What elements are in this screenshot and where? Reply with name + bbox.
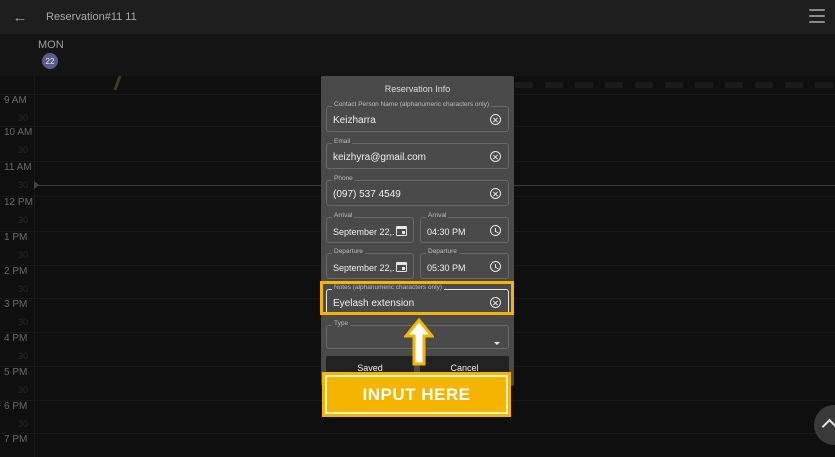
day-number-badge[interactable]: 22	[42, 53, 58, 69]
arrow-up-icon	[404, 318, 434, 366]
departure-time-label: Departure	[426, 248, 459, 255]
page-title: Reservation#11 11	[46, 11, 137, 23]
phone-label: Phone	[332, 175, 355, 182]
departure-time-value: 05:30 PM	[427, 263, 466, 273]
phone-field[interactable]: Phone (097) 537 4549	[326, 175, 509, 206]
departure-date-label: Departure	[332, 248, 365, 255]
callout-text: INPUT HERE	[325, 375, 508, 414]
notes-highlight-box	[320, 281, 514, 315]
arrival-date-field[interactable]: Arrival September 22,...	[326, 212, 414, 243]
app-root: ← Reservation#11 11 MON 22 9 AM 30 10 AM…	[0, 0, 835, 457]
arrival-time-value: 04:30 PM	[427, 227, 466, 237]
arrival-date-label: Arrival	[332, 212, 355, 219]
contact-name-label: Contact Person Name (alphanumeric charac…	[332, 101, 491, 108]
calendar-icon[interactable]	[396, 226, 407, 236]
day-name: MON	[38, 39, 64, 51]
back-button[interactable]: ←	[0, 0, 40, 34]
input-here-callout: INPUT HERE	[322, 372, 511, 417]
arrow-left-icon: ←	[12, 8, 28, 26]
email-field[interactable]: Email keizhyra@gmail.com	[326, 138, 509, 169]
departure-date-field[interactable]: Departure September 22,...	[326, 248, 414, 279]
dialog-title: Reservation Info	[384, 84, 451, 94]
hamburger-menu-icon[interactable]	[809, 9, 825, 23]
departure-time-field[interactable]: Departure 05:30 PM	[420, 248, 509, 279]
type-label: Type	[332, 320, 351, 327]
arrival-time-field[interactable]: Arrival 04:30 PM	[420, 212, 509, 243]
dropdown-arrow-icon[interactable]	[494, 342, 500, 345]
calendar-icon[interactable]	[396, 262, 407, 272]
arrival-time-label: Arrival	[426, 212, 449, 219]
contact-name-value: Keizharra	[333, 115, 376, 126]
email-label: Email	[332, 138, 353, 145]
clear-circle-icon[interactable]	[490, 188, 501, 199]
day-header: MON 22	[0, 34, 835, 76]
clock-icon[interactable]	[490, 261, 501, 272]
clear-circle-icon[interactable]	[490, 151, 501, 162]
email-value: keizhyra@gmail.com	[333, 152, 426, 163]
departure-date-value: September 22,...	[333, 263, 395, 273]
clock-icon[interactable]	[490, 225, 501, 236]
arrival-date-value: September 22,...	[333, 227, 395, 237]
phone-value: (097) 537 4549	[333, 189, 401, 200]
contact-name-field[interactable]: Contact Person Name (alphanumeric charac…	[326, 101, 509, 132]
clear-circle-icon[interactable]	[490, 114, 501, 125]
top-bar: ← Reservation#11 11	[0, 0, 835, 34]
